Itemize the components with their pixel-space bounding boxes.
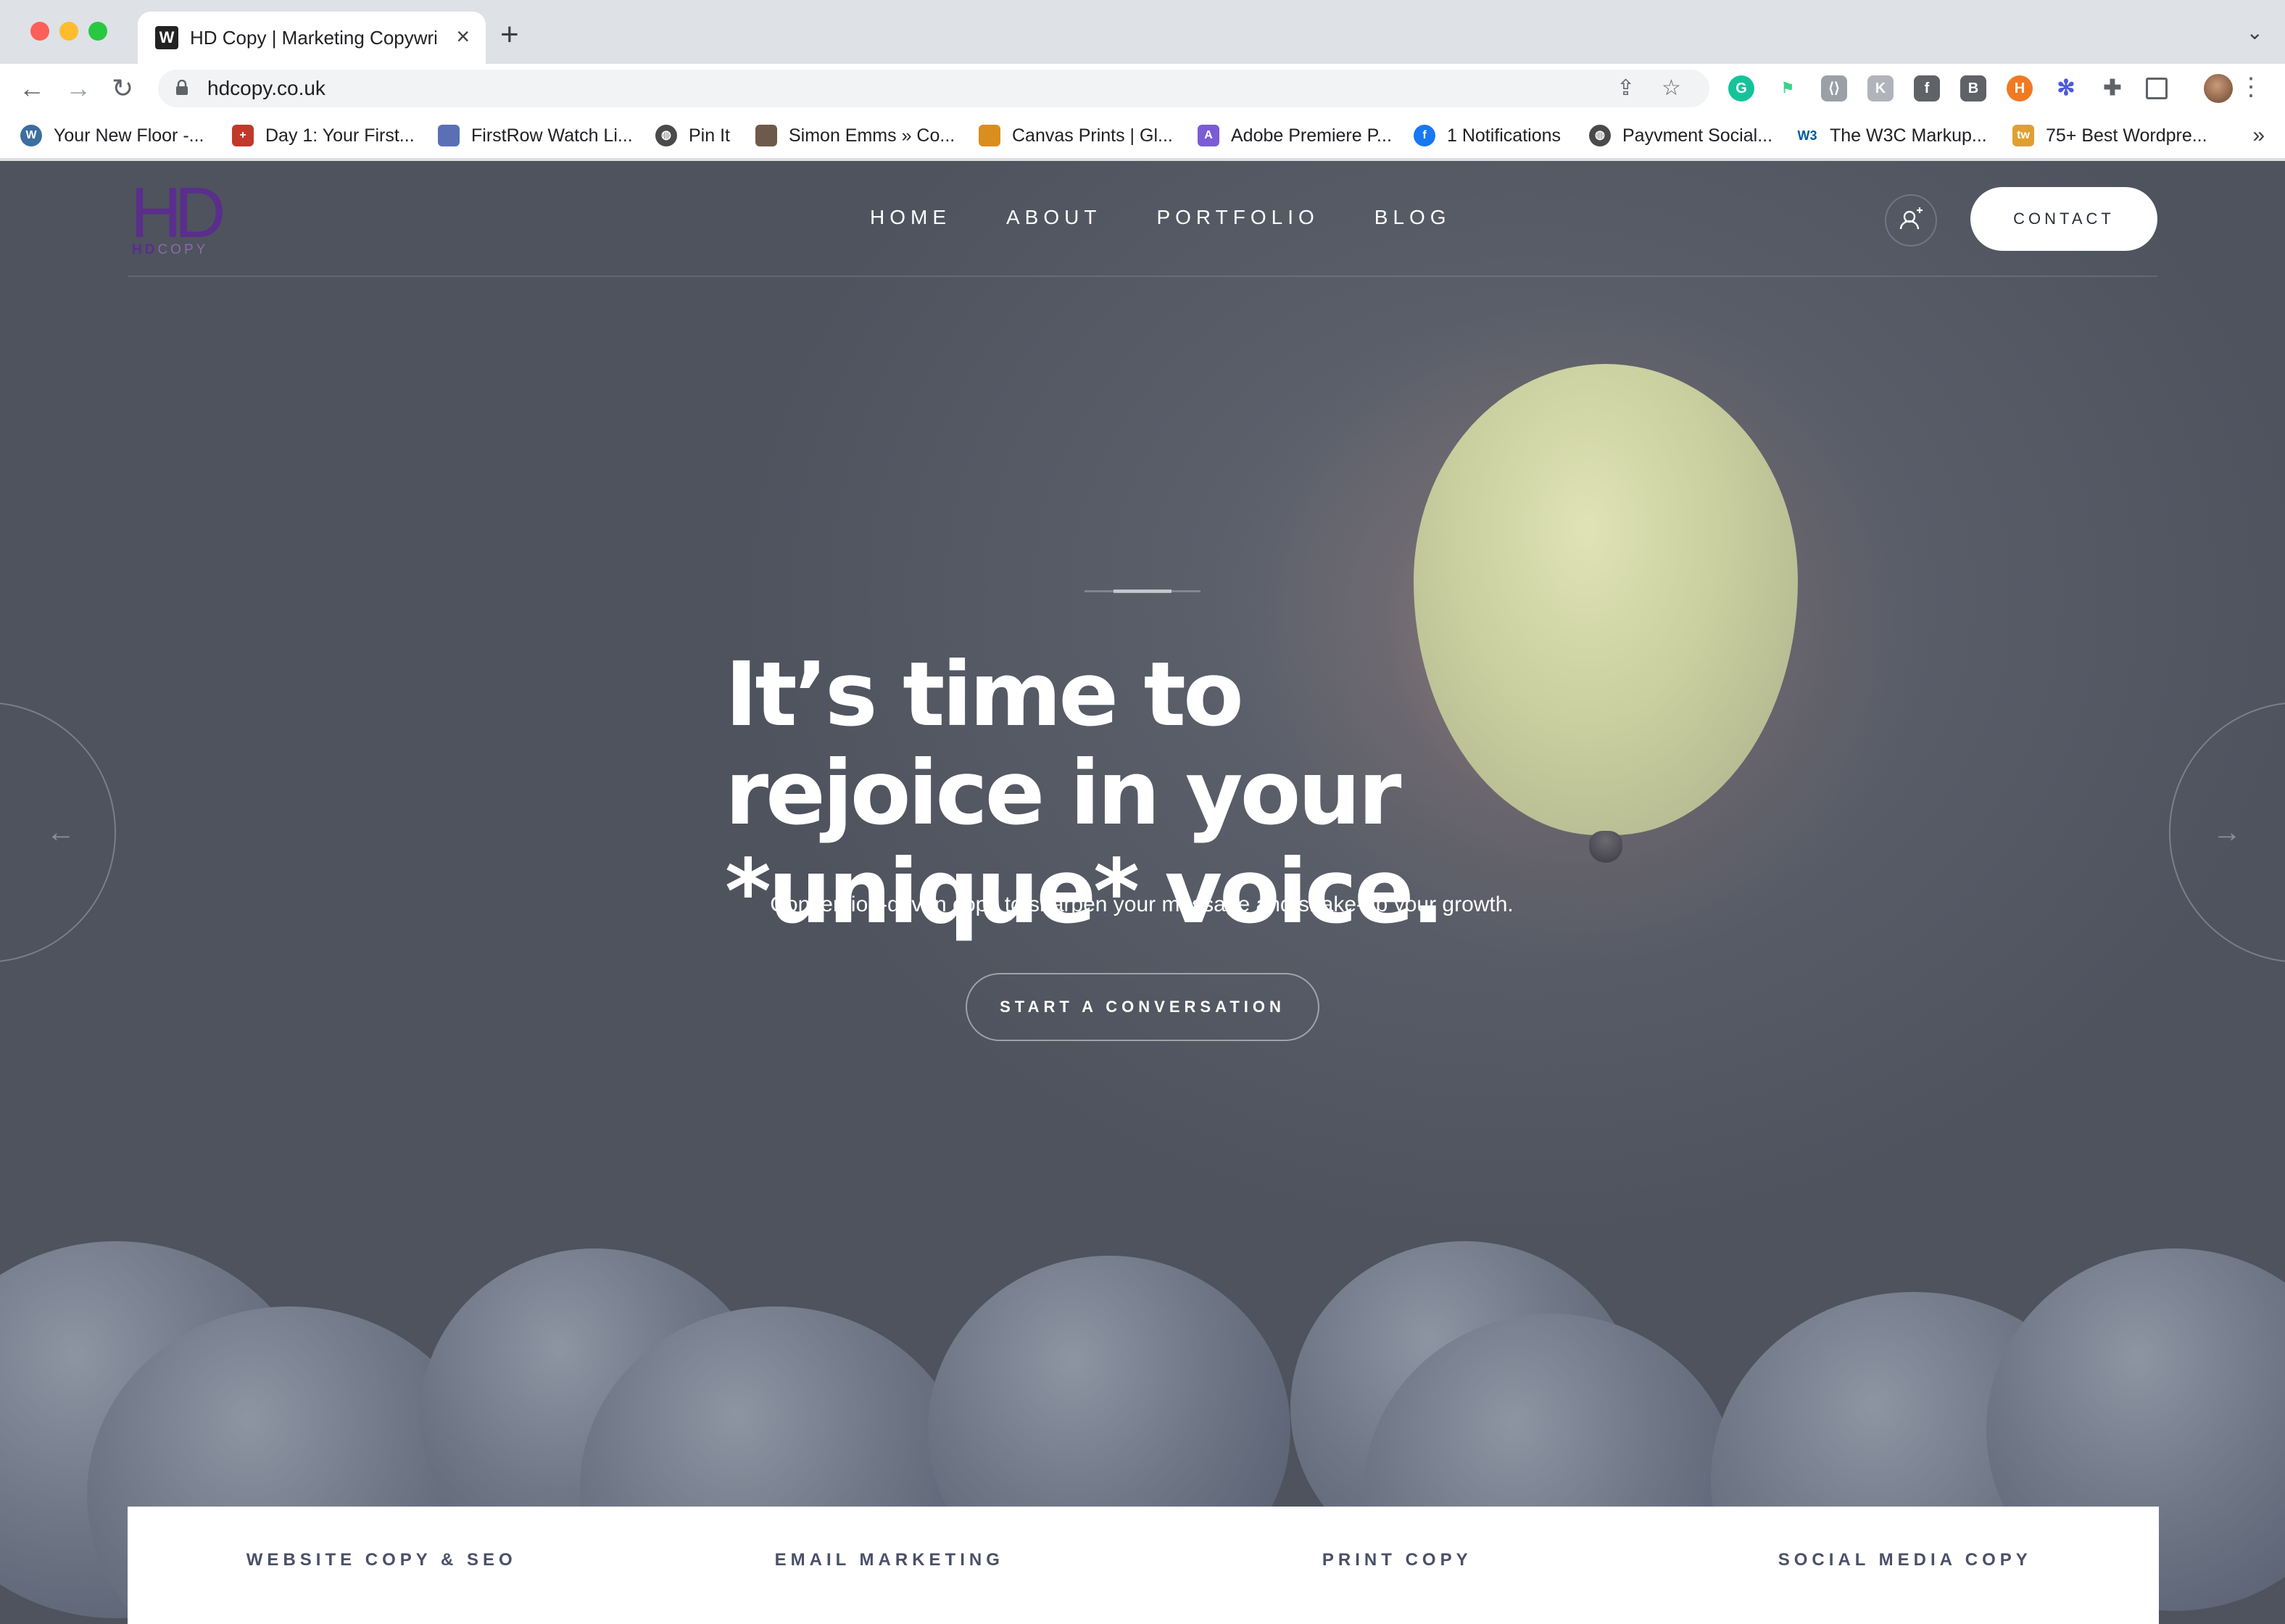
extension-icon[interactable]: B bbox=[1960, 75, 1986, 102]
facebook-extension-icon[interactable]: f bbox=[1914, 75, 1940, 102]
service-social-media-copy[interactable]: SOCIAL MEDIA COPY bbox=[1651, 1507, 2160, 1624]
globe-icon: ◍ bbox=[1589, 125, 1611, 146]
browser-tab-active[interactable]: W HD Copy | Marketing Copywriter × bbox=[138, 12, 486, 64]
bookmark-favicon-icon: tw bbox=[2012, 125, 2034, 146]
main-nav: HOME ABOUT PORTFOLIO BLOG bbox=[870, 204, 1506, 231]
bookmark-favicon-icon bbox=[755, 125, 777, 146]
minimize-window-button[interactable] bbox=[59, 22, 78, 41]
address-bar[interactable]: hdcopy.co.uk ⇪ ☆ bbox=[158, 70, 1709, 107]
web-page: HD HDCOPY HOME ABOUT PORTFOLIO BLOG CONT… bbox=[0, 161, 2285, 1624]
site-logo[interactable]: HD HDCOPY bbox=[130, 173, 226, 260]
code-extension-icon[interactable]: ⟨⟩ bbox=[1821, 75, 1847, 102]
bookmark-favicon-icon bbox=[438, 125, 460, 146]
logo-mark: HD bbox=[130, 173, 226, 252]
bookmark-favicon-icon bbox=[979, 125, 1000, 146]
back-button[interactable]: ← bbox=[19, 72, 45, 104]
share-icon[interactable]: ⇪ bbox=[1617, 77, 1635, 100]
service-email-marketing[interactable]: EMAIL MARKETING bbox=[636, 1507, 1144, 1624]
browser-titlebar: W HD Copy | Marketing Copywriter × + ⌄ bbox=[0, 0, 2285, 64]
account-button[interactable] bbox=[1885, 194, 1937, 246]
extension-icon[interactable]: K bbox=[1867, 75, 1894, 102]
service-print-copy[interactable]: PRINT COPY bbox=[1143, 1507, 1651, 1624]
nav-home[interactable]: HOME bbox=[870, 204, 951, 231]
bookmark-favicon-icon: + bbox=[232, 125, 254, 146]
bookmark-item[interactable]: tw 75+ Best Wordpre... bbox=[2012, 123, 2207, 148]
start-conversation-button[interactable]: START A CONVERSATION bbox=[966, 973, 1319, 1041]
bookmark-item[interactable]: W3 The W3C Markup... bbox=[1796, 123, 1987, 148]
profile-avatar[interactable] bbox=[2204, 74, 2233, 103]
bookmark-star-icon[interactable]: ☆ bbox=[1662, 77, 1681, 100]
browser-toolbar: ← → ↻ hdcopy.co.uk ⇪ ☆ G ⚑ ⟨⟩ K f B H ✻ … bbox=[0, 64, 2285, 113]
slider-next-button[interactable]: → bbox=[2169, 702, 2285, 963]
services-bar: WEBSITE COPY & SEO EMAIL MARKETING PRINT… bbox=[128, 1507, 2159, 1624]
service-website-copy[interactable]: WEBSITE COPY & SEO bbox=[128, 1507, 636, 1624]
browser-menu-icon[interactable]: ⋮ bbox=[2239, 72, 2263, 102]
forward-button[interactable]: → bbox=[65, 72, 91, 104]
bookmark-item[interactable]: + Day 1: Your First... bbox=[232, 123, 415, 148]
more-bookmarks-icon[interactable]: » bbox=[2252, 123, 2265, 148]
slide-indicator-active bbox=[1114, 589, 1171, 593]
bookmark-item[interactable]: W Your New Floor -... bbox=[20, 123, 204, 148]
bookmark-item[interactable]: ◍ Pin It bbox=[655, 123, 730, 148]
nav-about[interactable]: ABOUT bbox=[1006, 204, 1101, 231]
contact-button[interactable]: CONTACT bbox=[1970, 187, 2157, 251]
bookmark-item[interactable]: Simon Emms » Co... bbox=[755, 123, 955, 148]
side-panel-icon[interactable] bbox=[2146, 78, 2168, 99]
tab-search-chevron-icon[interactable]: ⌄ bbox=[2247, 20, 2263, 44]
close-tab-icon[interactable]: × bbox=[456, 23, 470, 49]
balloon-knot bbox=[1589, 831, 1622, 863]
reload-button[interactable]: ↻ bbox=[112, 72, 133, 104]
nav-portfolio[interactable]: PORTFOLIO bbox=[1156, 204, 1319, 231]
url-text: hdcopy.co.uk bbox=[207, 77, 325, 99]
close-window-button[interactable] bbox=[30, 22, 49, 41]
grammarly-extension-icon[interactable]: G bbox=[1728, 75, 1754, 102]
add-user-icon bbox=[1899, 207, 1923, 230]
slider-prev-button[interactable]: ← bbox=[0, 702, 116, 963]
nav-blog[interactable]: BLOG bbox=[1374, 204, 1451, 231]
arrow-right-icon: → bbox=[2213, 816, 2242, 848]
tab-title: HD Copy | Marketing Copywriter bbox=[190, 27, 436, 49]
facebook-icon: f bbox=[1414, 125, 1435, 146]
bookmark-item[interactable]: f1 Notifications bbox=[1414, 123, 1561, 148]
bookmark-favicon-icon: A bbox=[1198, 125, 1219, 146]
bookmark-item[interactable]: Canvas Prints | Gl... bbox=[979, 123, 1173, 148]
bookmark-item[interactable]: ◍ Payvment Social... bbox=[1589, 123, 1772, 148]
w3c-icon: W3 bbox=[1796, 125, 1818, 146]
extension-icon[interactable]: ⚑ bbox=[1775, 75, 1801, 102]
site-header: HD HDCOPY HOME ABOUT PORTFOLIO BLOG CONT… bbox=[128, 161, 2157, 277]
wordpress-icon: W bbox=[20, 125, 42, 146]
maximize-window-button[interactable] bbox=[88, 22, 107, 41]
new-tab-button[interactable]: + bbox=[500, 17, 519, 52]
extension-icon[interactable]: ✻ bbox=[2053, 75, 2079, 102]
hero-subtitle: Conversion-driven copy to sharpen your m… bbox=[770, 892, 1514, 916]
bookmark-item[interactable]: FirstRow Watch Li... bbox=[438, 123, 633, 148]
lock-icon bbox=[176, 80, 188, 95]
extension-icon[interactable]: H bbox=[2007, 75, 2033, 102]
bookmark-item[interactable]: A Adobe Premiere P... bbox=[1198, 123, 1392, 148]
site-favicon-icon: W bbox=[155, 26, 178, 49]
bookmarks-bar: W Your New Floor -... + Day 1: Your First.… bbox=[0, 113, 2285, 160]
arrow-left-icon: ← bbox=[46, 816, 75, 848]
globe-icon: ◍ bbox=[655, 125, 677, 146]
extensions-puzzle-icon[interactable]: ✚ bbox=[2099, 75, 2126, 102]
logo-wordmark: HDCOPY bbox=[132, 242, 209, 257]
